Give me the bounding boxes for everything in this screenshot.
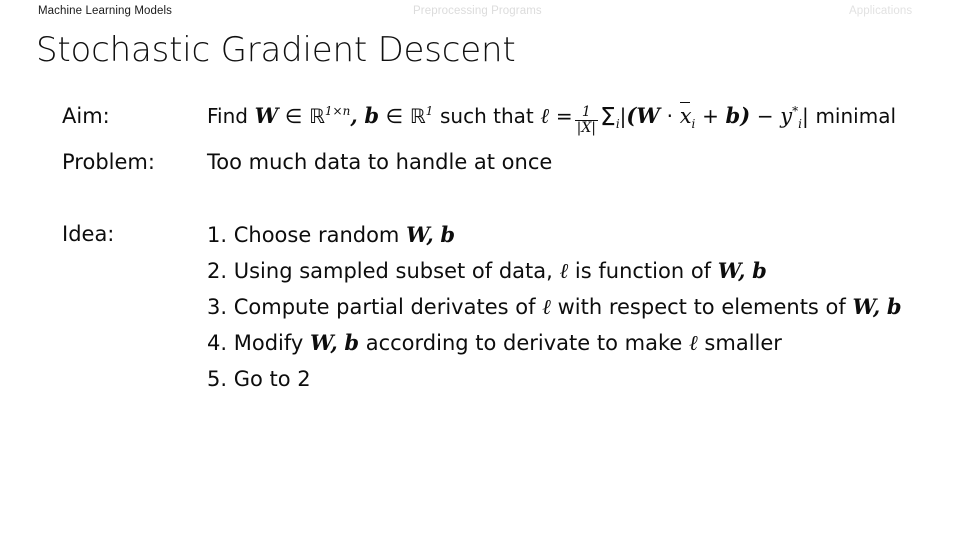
step-separator: , [330, 330, 338, 355]
aim-var-b-2: b [725, 102, 741, 128]
step-var-w: W [717, 258, 739, 283]
aim-paren-close: ) [740, 102, 751, 128]
aim-row: Aim: Find W ∈ ℝ1×n, b ∈ ℝ1 such that ℓ =… [0, 96, 960, 140]
step-text-mid: is function of [574, 259, 712, 283]
step-var-w: W [852, 294, 873, 319]
aim-minus: − [756, 103, 774, 128]
step-separator: , [872, 294, 881, 319]
idea-steps-list: 1. Choose random W, b 2. Using sampled s… [207, 220, 902, 400]
aim-equals: = [555, 103, 573, 128]
step-separator: , [738, 258, 746, 283]
problem-row: Problem: Too much data to handle at once [0, 140, 960, 212]
step-var-b: b [344, 330, 360, 355]
aim-plus: + [702, 103, 719, 128]
aim-label: Aim: [62, 104, 110, 128]
list-item: 1. Choose random W, b [207, 220, 902, 256]
step-text-tail: smaller [704, 331, 782, 355]
step-loss-symbol: ℓ [688, 331, 698, 355]
step-text-mid: with respect to elements of [557, 295, 846, 319]
aim-element-of-2: ∈ [385, 103, 404, 128]
aim-x-bar: x [679, 101, 692, 128]
aim-comma-1: , [350, 102, 358, 128]
aim-paren-open: ( [626, 102, 637, 128]
step-text-lead: Modify [233, 331, 304, 355]
idea-row: Idea: 1. Choose random W, b 2. Using sam… [0, 212, 960, 422]
aim-var-w: W [254, 102, 279, 128]
aim-formula: Find W ∈ ℝ1×n, b ∈ ℝ1 such that ℓ = 1 |X| Σ… [207, 101, 897, 136]
idea-label: Idea: [62, 222, 115, 246]
step-var-b: b [440, 222, 456, 247]
list-item: 5. Go to 2 [207, 364, 902, 400]
nav-item-machine-learning-models[interactable]: Machine Learning Models [38, 5, 172, 17]
step-var-w: W [310, 330, 331, 355]
step-var-b: b [886, 294, 902, 319]
step-text-lead: Compute partial derivates of [233, 295, 536, 319]
slide-navigation-bar: Machine Learning Models Preprocessing Pr… [0, 0, 960, 26]
aim-summation: Σ [600, 102, 616, 131]
step-text-mid: according to derivate to make [365, 331, 683, 355]
step-number: 5. [207, 367, 228, 391]
step-loss-symbol: ℓ [542, 295, 551, 319]
step-number: 3. [207, 295, 228, 319]
aim-dim-1: 1×n [324, 103, 351, 118]
step-separator: , [426, 222, 434, 247]
aim-dot-product: · [666, 103, 673, 128]
aim-loss-symbol: ℓ [540, 103, 550, 128]
step-number: 1. [207, 223, 228, 247]
aim-reals-2: ℝ [409, 103, 426, 128]
slide-title: Stochastic Gradient Descent [36, 30, 516, 70]
aim-fraction: 1 |X| [574, 104, 599, 136]
list-item: 2. Using sampled subset of data, ℓ is fu… [207, 256, 902, 292]
aim-element-of-1: ∈ [284, 103, 303, 128]
problem-label: Problem: [62, 150, 155, 174]
aim-fraction-denominator: |X| [574, 119, 599, 136]
nav-item-preprocessing-programs[interactable]: Preprocessing Programs [413, 5, 542, 17]
aim-var-y: y [780, 103, 793, 128]
aim-find-word: Find [207, 103, 248, 128]
step-text-lead: Choose random [233, 223, 400, 247]
aim-fraction-numerator: 1 [581, 104, 591, 121]
aim-abs-close: | [802, 103, 809, 128]
slide-content: Aim: Find W ∈ ℝ1×n, b ∈ ℝ1 such that ℓ =… [0, 96, 960, 422]
step-text-lead: Go to 2 [233, 367, 311, 391]
aim-minimal-word: minimal [815, 103, 897, 128]
step-var-w: W [406, 222, 427, 247]
step-number: 4. [207, 331, 228, 355]
step-loss-symbol: ℓ [559, 259, 569, 283]
step-number: 2. [207, 259, 228, 283]
step-text-lead: Using sampled subset of data, [233, 259, 553, 283]
aim-dim-2: 1 [425, 103, 434, 118]
aim-y-star: * [792, 103, 799, 118]
aim-x-index: i [691, 116, 696, 131]
list-item: 3. Compute partial derivates of ℓ with r… [207, 292, 902, 328]
aim-reals-1: ℝ [309, 103, 325, 128]
problem-text: Too much data to handle at once [207, 150, 553, 174]
aim-var-w-2: W [636, 102, 660, 128]
step-var-b: b [752, 258, 767, 283]
list-item: 4. Modify W, b according to derivate to … [207, 328, 902, 364]
nav-item-applications[interactable]: Applications [849, 5, 912, 17]
aim-such-that: such that [439, 103, 534, 128]
aim-var-b: b [364, 102, 380, 128]
